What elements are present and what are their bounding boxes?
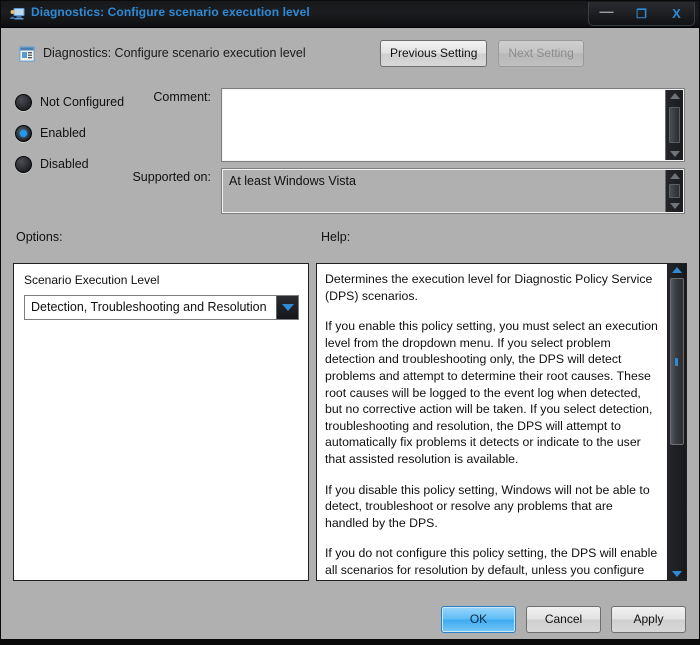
policy-setting-dialog: Diagnostics: Configure scenario executio… [0, 0, 700, 645]
title-bar: Diagnostics: Configure scenario executio… [1, 1, 699, 28]
comment-label: Comment: [153, 90, 211, 104]
scroll-down-icon[interactable] [669, 203, 680, 209]
computer-user-icon [10, 8, 25, 20]
cancel-button[interactable]: Cancel [526, 606, 601, 633]
radio-option-enabled[interactable]: Enabled [15, 120, 215, 146]
scenario-execution-level-label: Scenario Execution Level [24, 273, 160, 287]
supported-on-value: At least Windows Vista [229, 174, 356, 188]
supported-on-field: At least Windows Vista [221, 168, 685, 214]
window-title: Diagnostics: Configure scenario executio… [31, 5, 310, 19]
help-scrollbar[interactable] [667, 264, 686, 580]
next-setting-button[interactable]: Next Setting [498, 40, 584, 67]
restore-button[interactable]: ❐ [624, 2, 659, 25]
scrollbar-thumb[interactable] [669, 107, 680, 143]
scenario-execution-level-dropdown[interactable]: Detection, Troubleshooting and Resolutio… [24, 295, 299, 320]
comment-field[interactable] [221, 88, 685, 162]
scrollbar-thumb[interactable] [669, 184, 680, 198]
scroll-up-icon[interactable] [669, 93, 680, 99]
policy-setting-icon [19, 46, 35, 62]
help-text-content: Determines the execution level for Diagn… [317, 264, 667, 580]
radio-indicator-not-configured[interactable] [15, 93, 32, 111]
setting-name: Diagnostics: Configure scenario executio… [43, 46, 306, 60]
radio-label-enabled: Enabled [40, 126, 86, 140]
window-bottom-edge [1, 639, 699, 644]
navigation-buttons: Previous Setting Next Setting [380, 40, 584, 67]
scroll-down-icon[interactable] [672, 571, 682, 577]
dialog-footer: OK Cancel Apply [2, 597, 698, 643]
help-paragraph: If you do not configure this policy sett… [325, 546, 658, 580]
ok-button[interactable]: OK [441, 606, 516, 633]
supported-on-label: Supported on: [132, 170, 211, 184]
previous-setting-button[interactable]: Previous Setting [380, 40, 488, 67]
comment-value[interactable] [223, 90, 665, 160]
help-panel: Determines the execution level for Diagn… [316, 263, 687, 581]
scroll-down-icon[interactable] [669, 151, 680, 157]
help-paragraph: Determines the execution level for Diagn… [325, 272, 653, 303]
radio-indicator-enabled[interactable] [15, 124, 32, 142]
chevron-down-icon[interactable] [281, 304, 294, 311]
close-button[interactable]: X [659, 2, 694, 25]
dropdown-toggle-button[interactable] [276, 296, 298, 319]
comment-scrollbar[interactable] [665, 90, 683, 160]
options-label: Options: [16, 230, 63, 244]
help-paragraph: If you enable this policy setting, you m… [325, 319, 658, 466]
radio-indicator-disabled[interactable] [15, 155, 32, 173]
supported-on-scrollbar[interactable] [665, 170, 683, 212]
dropdown-selected-value[interactable]: Detection, Troubleshooting and Resolutio… [25, 296, 276, 319]
scrollbar-thumb[interactable] [670, 278, 684, 445]
window-controls: — ❐ X [588, 2, 695, 26]
help-label: Help: [321, 230, 351, 244]
radio-label-disabled: Disabled [40, 157, 89, 171]
options-panel: Scenario Execution Level Detection, Trou… [13, 263, 309, 581]
apply-button[interactable]: Apply [611, 606, 686, 633]
dialog-header: Diagnostics: Configure scenario executio… [2, 28, 698, 86]
scroll-up-icon[interactable] [672, 267, 682, 273]
footer-buttons: OK Cancel Apply [441, 606, 686, 633]
help-paragraph: If you disable this policy setting, Wind… [325, 482, 650, 530]
scroll-up-icon[interactable] [669, 173, 680, 179]
minimize-button[interactable]: — [589, 2, 624, 25]
